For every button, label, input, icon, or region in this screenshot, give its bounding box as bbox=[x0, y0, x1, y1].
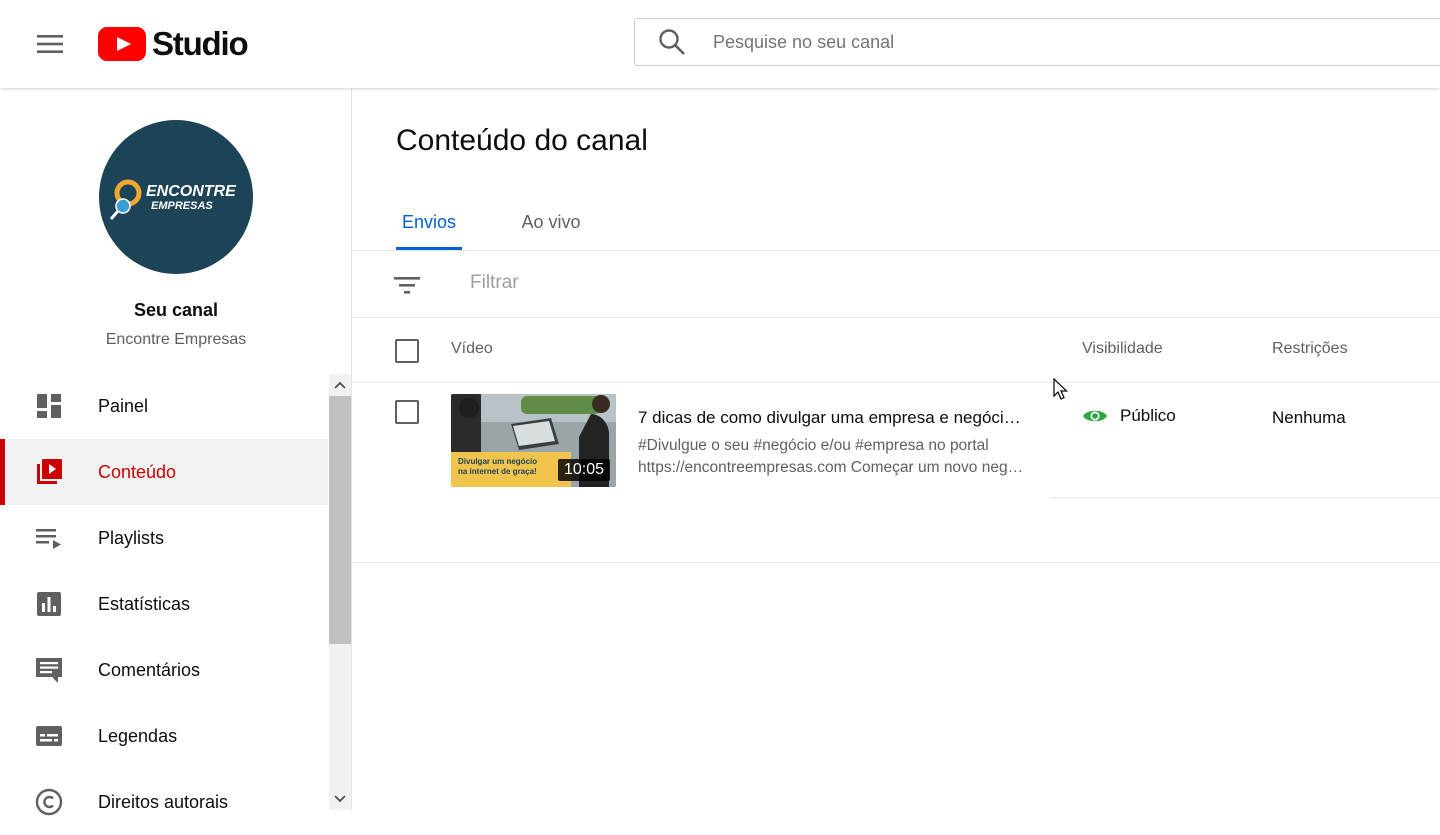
page-title: Conteúdo do canal bbox=[396, 124, 648, 157]
main-content: Conteúdo do canal Envios Ao vivo Vídeo V… bbox=[352, 88, 1440, 810]
sidebar-item-estatisticas[interactable]: Estatísticas bbox=[0, 571, 328, 637]
scrollbar-thumb[interactable] bbox=[329, 396, 351, 644]
column-header-video[interactable]: Vídeo bbox=[451, 340, 493, 358]
chevron-down-icon bbox=[334, 795, 346, 803]
video-title[interactable]: 7 dicas de como divulgar uma empresa e n… bbox=[638, 408, 1028, 428]
tab-ao-vivo[interactable]: Ao vivo bbox=[506, 194, 596, 250]
copyright-icon bbox=[34, 787, 64, 817]
restrictions-value: Nenhuma bbox=[1272, 408, 1346, 427]
sidebar-scrollbar[interactable] bbox=[329, 374, 351, 810]
sidebar-item-legendas[interactable]: Legendas bbox=[0, 703, 328, 769]
comments-icon bbox=[34, 655, 64, 685]
sidebar-item-label: Conteúdo bbox=[98, 461, 177, 482]
svg-text:ENCONTRE: ENCONTRE bbox=[146, 183, 237, 200]
scroll-up-button[interactable] bbox=[329, 374, 351, 396]
search-icon[interactable] bbox=[657, 27, 687, 57]
select-all-checkbox[interactable] bbox=[395, 339, 419, 363]
svg-text:na internet de graça!: na internet de graça! bbox=[458, 467, 537, 476]
sidebar-item-label: Comentários bbox=[98, 659, 201, 680]
sidebar-item-label: Playlists bbox=[98, 527, 165, 548]
sidebar-item-conteudo[interactable]: Conteúdo bbox=[0, 439, 328, 505]
row-checkbox[interactable] bbox=[395, 400, 419, 424]
subtitles-icon bbox=[34, 721, 64, 751]
hamburger-icon bbox=[37, 35, 63, 53]
logo-text: Studio bbox=[152, 25, 249, 62]
video-description: #Divulgue o seu #negócio e/ou #empresa n… bbox=[638, 435, 1030, 479]
channel-name: Encontre Empresas bbox=[105, 331, 247, 348]
playlist-icon bbox=[34, 523, 64, 553]
sidebar-item-playlists[interactable]: Playlists bbox=[0, 505, 328, 571]
visibility-status[interactable]: Público bbox=[1082, 406, 1176, 426]
sidebar-item-label: Estatísticas bbox=[98, 593, 191, 614]
encontre-empresas-logo-icon: ENCONTRE EMPRESAS bbox=[99, 120, 253, 274]
youtube-play-icon bbox=[98, 27, 146, 61]
youtube-studio-logo[interactable]: Studio bbox=[98, 24, 249, 64]
sidebar-item-label: Direitos autorais bbox=[98, 791, 229, 812]
table-header: Vídeo Visibilidade Restrições bbox=[352, 318, 1440, 382]
sidebar: ENCONTRE EMPRESAS Seu canal Encontre Emp… bbox=[0, 88, 352, 816]
hamburger-menu-button[interactable] bbox=[28, 24, 72, 64]
video-library-icon bbox=[34, 457, 64, 487]
video-thumbnail[interactable]: Divulgar um negócio na internet de graça… bbox=[451, 394, 616, 487]
description-line: #Divulgue o seu #negócio e/ou #empresa n… bbox=[638, 437, 989, 454]
dashboard-icon bbox=[34, 391, 64, 421]
description-line: https://encontreempresas.com Começar um … bbox=[638, 459, 1030, 476]
table-row[interactable]: Divulgar um negócio na internet de graça… bbox=[352, 383, 1440, 497]
search-input[interactable] bbox=[711, 30, 1315, 54]
sidebar-item-comentarios[interactable]: Comentários bbox=[0, 637, 328, 703]
svg-text:EMPRESAS: EMPRESAS bbox=[151, 200, 213, 212]
analytics-icon bbox=[34, 589, 64, 619]
divider bbox=[352, 562, 1440, 563]
sidebar-item-direitos-autorais[interactable]: Direitos autorais bbox=[0, 769, 328, 835]
channel-avatar[interactable]: ENCONTRE EMPRESAS bbox=[99, 120, 253, 274]
channel-search-box[interactable] bbox=[634, 18, 1440, 66]
svg-text:Divulgar um negócio: Divulgar um negócio bbox=[458, 457, 537, 466]
column-header-restrictions[interactable]: Restrições bbox=[1272, 340, 1348, 358]
sidebar-nav: Painel Conteúdo Playlists Estatísticas C… bbox=[0, 373, 328, 835]
filter-bar bbox=[352, 251, 1440, 317]
sidebar-item-label: Painel bbox=[98, 395, 149, 416]
eye-icon bbox=[1083, 410, 1107, 422]
chevron-up-icon bbox=[334, 381, 346, 389]
sidebar-item-label: Legendas bbox=[98, 725, 178, 746]
sidebar-item-painel[interactable]: Painel bbox=[0, 373, 328, 439]
top-app-bar: Studio bbox=[0, 0, 1440, 88]
divider bbox=[1050, 497, 1440, 498]
filter-input[interactable] bbox=[468, 271, 972, 295]
video-duration: 10:05 bbox=[557, 459, 610, 481]
visibility-label: Público bbox=[1120, 406, 1176, 425]
tab-envios[interactable]: Envios bbox=[396, 194, 462, 250]
mouse-pointer-icon bbox=[1053, 378, 1068, 400]
column-header-visibility[interactable]: Visibilidade bbox=[1082, 340, 1163, 358]
scroll-down-button[interactable] bbox=[329, 788, 351, 810]
filter-icon[interactable] bbox=[392, 271, 422, 299]
channel-title: Seu canal bbox=[133, 300, 219, 320]
